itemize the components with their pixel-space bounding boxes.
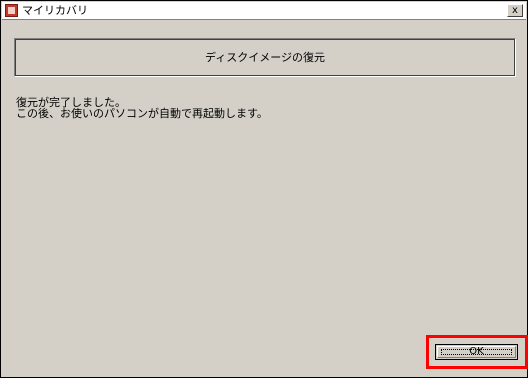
status-message: 復元が完了しました。 この後、お使いのパソコンが自動で再起動します。 [16, 97, 268, 119]
ok-button[interactable]: OK [435, 344, 518, 360]
window-title: マイリカバリ [22, 4, 88, 17]
header-panel: ディスクイメージの復元 [14, 38, 516, 77]
title-bar[interactable]: マイリカバリ x [2, 2, 526, 20]
close-button[interactable]: x [507, 4, 523, 17]
message-line-2: この後、お使いのパソコンが自動で再起動します。 [16, 107, 268, 120]
ok-button-label: OK [469, 346, 484, 357]
close-icon: x [512, 5, 518, 16]
app-icon [5, 4, 18, 17]
page-title: ディスクイメージの復元 [204, 51, 325, 64]
dialog-window: マイリカバリ x ディスクイメージの復元 復元が完了しました。 この後、お使いの… [0, 0, 528, 378]
